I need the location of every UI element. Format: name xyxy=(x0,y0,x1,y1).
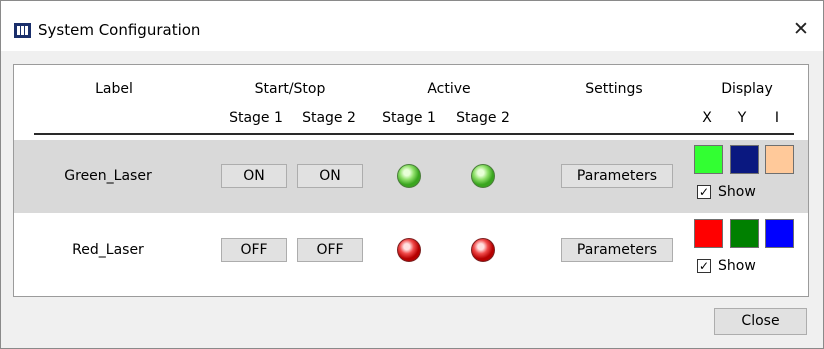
header-start-stop: Start/Stop xyxy=(254,81,326,97)
stage2-toggle-button[interactable]: ON xyxy=(297,164,363,188)
header-display-y: Y xyxy=(737,110,747,126)
app-logo-icon xyxy=(14,23,31,38)
row-label: Green_Laser xyxy=(64,168,152,184)
display-y-color-swatch[interactable] xyxy=(730,219,759,248)
window-title: System Configuration xyxy=(38,21,201,39)
stage1-active-led-icon xyxy=(397,238,421,262)
stage2-toggle-button[interactable]: OFF xyxy=(297,238,363,262)
show-checkbox[interactable]: ✓ xyxy=(697,259,711,273)
stage2-active-led-icon xyxy=(471,238,495,262)
display-x-color-swatch[interactable] xyxy=(694,219,723,248)
show-label: Show xyxy=(718,184,756,200)
stage1-toggle-button[interactable]: ON xyxy=(221,164,287,188)
header-active: Active xyxy=(427,81,471,97)
display-i-color-swatch[interactable] xyxy=(765,219,794,248)
header-display: Display xyxy=(721,81,773,97)
stage1-toggle-button[interactable]: OFF xyxy=(221,238,287,262)
config-panel: Label Start/Stop Active Settings Display… xyxy=(13,64,809,297)
title-bar: System Configuration ✕ xyxy=(1,1,823,51)
parameters-button[interactable]: Parameters xyxy=(561,164,673,188)
parameters-button[interactable]: Parameters xyxy=(561,238,673,262)
header-active-stage2: Stage 2 xyxy=(456,110,510,126)
header-active-stage1: Stage 1 xyxy=(382,110,436,126)
header-settings: Settings xyxy=(585,81,643,97)
header-divider xyxy=(34,133,794,135)
show-label: Show xyxy=(718,258,756,274)
system-configuration-window: System Configuration ✕ Label Start/Stop … xyxy=(0,0,824,349)
show-checkbox[interactable]: ✓ xyxy=(697,185,711,199)
window-close-icon[interactable]: ✕ xyxy=(790,18,812,40)
close-button[interactable]: Close xyxy=(714,308,807,335)
table-row: Red_Laser OFF OFF Parameters ✓ Show xyxy=(14,214,808,287)
stage1-active-led-icon xyxy=(397,164,421,188)
header-startstop-stage2: Stage 2 xyxy=(302,110,356,126)
display-y-color-swatch[interactable] xyxy=(730,145,759,174)
display-i-color-swatch[interactable] xyxy=(765,145,794,174)
header-display-x: X xyxy=(702,110,712,126)
table-row: Green_Laser ON ON Parameters ✓ Show xyxy=(14,140,808,213)
header-display-i: I xyxy=(774,110,780,126)
row-label: Red_Laser xyxy=(72,242,144,258)
header-startstop-stage1: Stage 1 xyxy=(229,110,283,126)
header-label: Label xyxy=(95,81,133,97)
stage2-active-led-icon xyxy=(471,164,495,188)
display-x-color-swatch[interactable] xyxy=(694,145,723,174)
